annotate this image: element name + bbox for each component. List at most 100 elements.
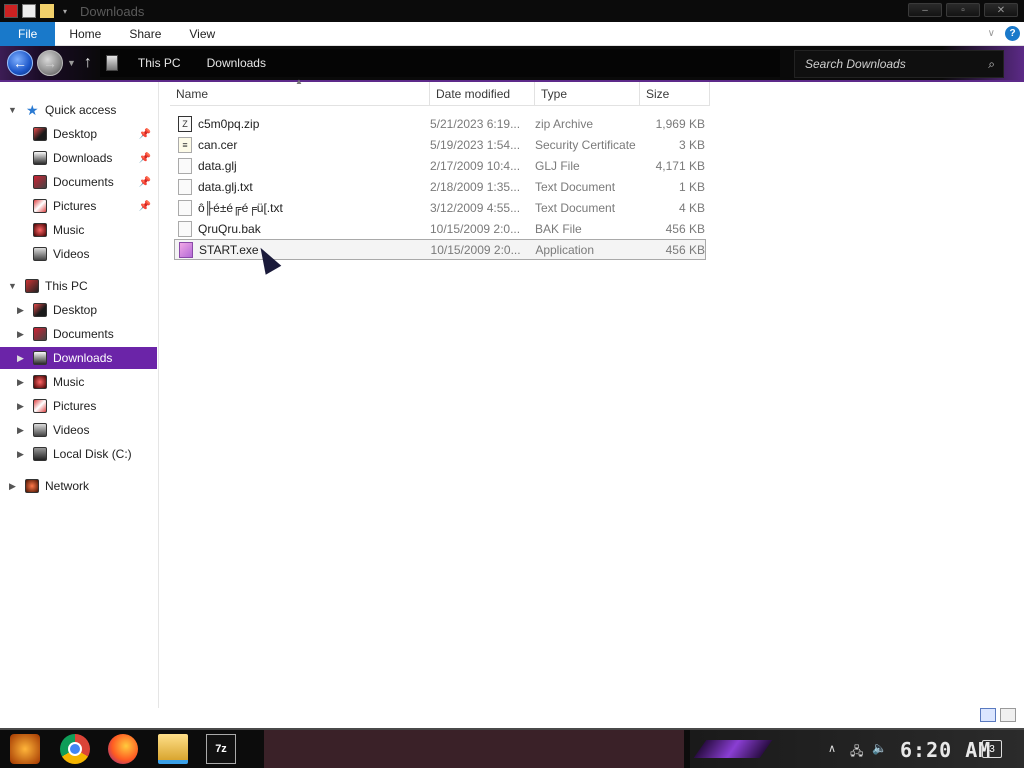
address-bar[interactable]: This PC Downloads	[99, 49, 780, 77]
expand-caret-icon[interactable]: ▶	[17, 353, 24, 364]
start-button[interactable]	[10, 734, 40, 764]
minimize-button[interactable]: –	[908, 3, 942, 17]
file-row[interactable]: data.glj 2/17/2009 10:4... GLJ File 4,17…	[174, 155, 706, 176]
up-button[interactable]: ↑	[84, 54, 92, 72]
file-row[interactable]: Zc5m0pq.zip 5/21/2023 6:19... zip Archiv…	[174, 113, 706, 134]
nav-pc-documents[interactable]: ▶ Documents	[0, 323, 157, 345]
nav-pc-music[interactable]: ▶ Music	[0, 371, 157, 393]
nav-pc-videos[interactable]: ▶ Videos	[0, 419, 157, 441]
firefox-icon[interactable]	[108, 734, 138, 764]
file-row[interactable]: data.glj.txt 2/18/2009 1:35... Text Docu…	[174, 176, 706, 197]
customize-quick-access-dropdown-icon[interactable]: ▾	[58, 4, 72, 18]
expand-caret-icon[interactable]: ▶	[17, 329, 24, 340]
column-size[interactable]: Size	[640, 82, 710, 106]
clock[interactable]: 6:20 AM	[900, 738, 991, 762]
file-row-hovered[interactable]: START.exe 10/15/2009 2:0... Application …	[174, 239, 706, 260]
nav-label: Videos	[53, 423, 90, 437]
nav-quick-music[interactable]: Music	[0, 219, 157, 241]
notification-center-icon[interactable]: 3	[982, 740, 1002, 758]
recent-locations-icon[interactable]: ▼	[67, 58, 76, 68]
ribbon-right-controls: ∨ ?	[988, 26, 1020, 41]
tab-home[interactable]: Home	[55, 22, 115, 46]
details-view-icon[interactable]	[980, 708, 996, 722]
explorer-window-icon[interactable]	[4, 4, 18, 18]
new-folder-quick-icon[interactable]	[40, 4, 54, 18]
expand-caret-icon[interactable]: ▶	[9, 481, 16, 492]
file-explorer-icon[interactable]	[158, 734, 188, 764]
column-label: Type	[541, 87, 568, 101]
help-icon[interactable]: ?	[1005, 26, 1020, 41]
pin-icon[interactable]: 📌	[139, 201, 151, 212]
properties-quick-icon[interactable]	[22, 4, 36, 18]
nav-label: Local Disk (C:)	[53, 447, 132, 461]
expand-caret-icon[interactable]: ▼	[8, 281, 17, 291]
nav-network[interactable]: ▶ Network	[0, 475, 157, 497]
nav-pc-desktop[interactable]: ▶ Desktop	[0, 299, 157, 321]
column-date-modified[interactable]: Date modified	[430, 82, 535, 106]
nav-quick-desktop[interactable]: Desktop 📌	[0, 123, 157, 145]
volume-muted-icon[interactable]: 🔈	[872, 741, 887, 755]
file-icon	[178, 220, 192, 237]
tab-file[interactable]: File	[0, 21, 56, 46]
zip-icon: Z	[178, 115, 192, 132]
sort-ascending-icon: ▲	[295, 77, 303, 86]
file-date: 5/19/2023 1:54...	[430, 137, 521, 152]
file-size: 1 KB	[678, 179, 705, 194]
videos-icon	[33, 423, 47, 437]
nav-quick-videos[interactable]: Videos	[0, 243, 157, 265]
expand-caret-icon[interactable]: ▶	[17, 449, 24, 460]
show-hidden-icons-icon[interactable]: ∧	[828, 742, 836, 755]
file-row[interactable]: QruQru.bak 10/15/2009 2:0... BAK File 45…	[174, 218, 706, 239]
nav-quick-access[interactable]: ▼ ★ Quick access	[0, 99, 157, 121]
exe-icon	[179, 241, 193, 258]
tab-share[interactable]: Share	[115, 22, 175, 46]
nav-label: This PC	[45, 279, 88, 293]
nav-pc-downloads[interactable]: ▶ Downloads	[0, 347, 157, 369]
nav-this-pc[interactable]: ▼ This PC	[0, 275, 157, 297]
large-icons-view-icon[interactable]	[1000, 708, 1016, 722]
view-toggle	[980, 708, 1016, 722]
search-icon[interactable]: ⌕	[988, 57, 995, 72]
expand-caret-icon[interactable]: ▶	[17, 377, 24, 388]
file-row[interactable]: ô╟é±é╔é╒ü[.txt 3/12/2009 4:55... Text Do…	[174, 197, 706, 218]
nav-pc-pictures[interactable]: ▶ Pictures	[0, 395, 157, 417]
expand-caret-icon[interactable]: ▶	[17, 305, 24, 316]
title-bar: ▾ Downloads – ▫ ✕	[0, 0, 1024, 22]
pin-icon[interactable]: 📌	[139, 129, 151, 140]
file-type: zip Archive	[535, 116, 594, 131]
column-name[interactable]: ▲ Name	[170, 77, 430, 106]
nav-quick-documents[interactable]: Documents 📌	[0, 171, 157, 193]
close-button[interactable]: ✕	[984, 3, 1018, 17]
breadcrumb-downloads[interactable]: Downloads	[207, 56, 266, 70]
expand-caret-icon[interactable]: ▼	[8, 105, 17, 115]
file-name: data.glj	[198, 158, 237, 173]
tab-view[interactable]: View	[175, 22, 229, 46]
expand-caret-icon[interactable]: ▶	[17, 425, 24, 436]
file-name: data.glj.txt	[198, 179, 253, 194]
pin-icon[interactable]: 📌	[139, 153, 151, 164]
back-button[interactable]: ←	[7, 50, 33, 76]
file-type: Text Document	[535, 179, 616, 194]
search-input[interactable]: Search Downloads	[805, 57, 988, 71]
maximize-button[interactable]: ▫	[946, 3, 980, 17]
search-box[interactable]: Search Downloads ⌕	[794, 50, 1004, 78]
network-tray-icon[interactable]: 🖧	[850, 742, 863, 763]
file-row[interactable]: ≡ can.cer 5/19/2023 1:54... Security Cert…	[174, 134, 706, 155]
7zip-icon[interactable]: 7z	[206, 734, 236, 764]
expand-ribbon-icon[interactable]: ∨	[988, 28, 995, 39]
nav-label: Documents	[53, 327, 114, 341]
column-type[interactable]: Type	[535, 82, 640, 106]
file-size: 456 KB	[665, 221, 705, 236]
file-name: can.cer	[198, 137, 238, 152]
expand-caret-icon[interactable]: ▶	[17, 401, 24, 412]
file-icon	[178, 199, 192, 216]
nav-quick-downloads[interactable]: Downloads 📌	[0, 147, 157, 169]
nav-label: Desktop	[53, 127, 98, 141]
chrome-icon[interactable]	[60, 734, 90, 764]
breadcrumb-this-pc[interactable]: This PC	[138, 56, 181, 70]
pin-icon[interactable]: 📌	[139, 177, 151, 188]
nav-label: Music	[53, 223, 85, 237]
forward-button[interactable]: →	[37, 50, 63, 76]
nav-pc-local-disk[interactable]: ▶ Local Disk (C:)	[0, 443, 157, 465]
nav-quick-pictures[interactable]: Pictures 📌	[0, 195, 157, 217]
